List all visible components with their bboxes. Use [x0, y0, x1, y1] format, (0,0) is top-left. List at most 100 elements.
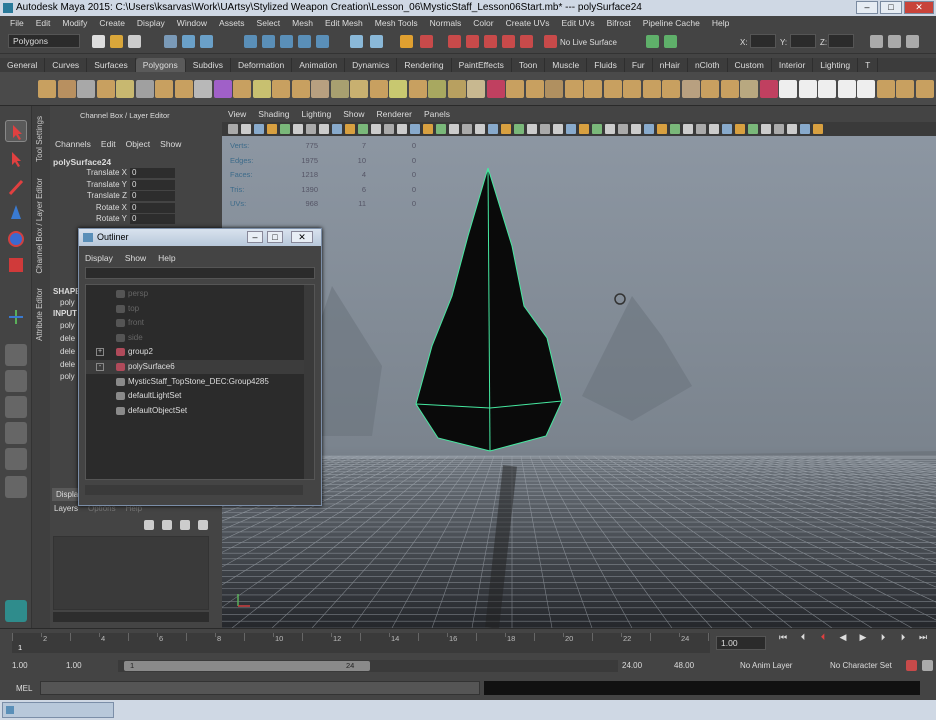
open-scene-icon[interactable] [110, 35, 123, 48]
tab-attribute-editor[interactable]: Attribute Editor [35, 288, 44, 341]
shelf-tool-icon[interactable] [896, 80, 914, 98]
anim-layer-dropdown[interactable]: No Anim Layer [740, 661, 792, 670]
shelf-tool-icon[interactable] [857, 80, 875, 98]
select-hierarchy-icon[interactable] [164, 35, 177, 48]
viewport-tool-icon[interactable] [618, 124, 628, 134]
viewport-menu-lighting[interactable]: Lighting [295, 106, 337, 122]
outliner-menu-display[interactable]: Display [79, 251, 119, 265]
hypershade-icon[interactable] [484, 35, 497, 48]
hypershade-layout-icon[interactable] [5, 448, 27, 470]
shelf-tool-icon[interactable] [876, 80, 895, 98]
menu-modify[interactable]: Modify [56, 16, 93, 30]
shelf-tool-icon[interactable] [96, 80, 115, 98]
shelf-tool-icon[interactable] [155, 80, 173, 98]
outliner-item[interactable]: top [86, 302, 304, 316]
maximize-button[interactable]: □ [880, 1, 902, 14]
shelf-tool-icon[interactable] [447, 80, 466, 98]
viewport-tool-icon[interactable] [735, 124, 745, 134]
channel-menu-object[interactable]: Object [121, 138, 156, 151]
menu-normals[interactable]: Normals [424, 16, 468, 30]
shelf-tab-custom[interactable]: Custom [728, 58, 772, 72]
viewport-tool-icon[interactable] [423, 124, 433, 134]
viewport-tool-icon[interactable] [709, 124, 719, 134]
shelf-tab-muscle[interactable]: Muscle [545, 58, 588, 72]
go-to-start-icon[interactable]: ⏮ [776, 632, 790, 643]
channel-value[interactable]: 0 [130, 168, 175, 178]
outliner-minimize-button[interactable]: – [247, 231, 263, 243]
character-set-dropdown[interactable]: No Character Set [830, 661, 892, 670]
snap-curve-icon[interactable] [262, 35, 275, 48]
shelf-tool-icon[interactable] [681, 80, 700, 98]
live-surface-icon[interactable] [544, 35, 557, 48]
shelf-tool-icon[interactable] [369, 80, 388, 98]
shelf-tool-icon[interactable] [486, 80, 505, 98]
shelf-tool-icon[interactable] [642, 80, 661, 98]
menu-select[interactable]: Select [251, 16, 287, 30]
layer-menu-layers[interactable]: Layers [54, 504, 78, 513]
render-view-icon[interactable] [502, 35, 515, 48]
viewport-tool-icon[interactable] [631, 124, 641, 134]
outliner-item[interactable]: side [86, 331, 304, 345]
outliner-item[interactable]: defaultObjectSet [86, 404, 304, 418]
viewport-menu-panels[interactable]: Panels [418, 106, 456, 122]
shelf-tool-icon[interactable] [759, 80, 778, 98]
viewport-tool-icon[interactable] [384, 124, 394, 134]
shelf-tab-nhair[interactable]: nHair [653, 58, 688, 72]
persp-graph-layout-icon[interactable] [5, 422, 27, 444]
viewport-tool-icon[interactable] [657, 124, 667, 134]
shelf-tool-icon[interactable] [506, 80, 524, 98]
channel-row[interactable]: Rotate Y0 [50, 214, 210, 224]
menu-create[interactable]: Create [93, 16, 131, 30]
viewport-tool-icon[interactable] [748, 124, 758, 134]
menu-edit-uvs[interactable]: Edit UVs [556, 16, 601, 30]
channel-value[interactable]: 0 [130, 179, 175, 190]
snap-grid-icon[interactable] [244, 35, 257, 48]
viewport-tool-icon[interactable] [332, 124, 342, 134]
perspective-viewport[interactable]: View Shading Lighting Show Renderer Panels Ve… [222, 106, 936, 628]
single-perspective-layout-icon[interactable] [5, 344, 27, 366]
outliner-item[interactable]: + group2 [86, 345, 304, 359]
channel-row[interactable]: Translate Y0 [50, 179, 210, 190]
rotate-tool-icon[interactable] [5, 228, 27, 250]
input-ops-icon[interactable] [370, 35, 383, 48]
channel-box-object-name[interactable]: polySurface24 [53, 157, 111, 167]
viewport-tool-icon[interactable] [579, 124, 589, 134]
y-field[interactable] [790, 34, 816, 48]
viewport-tool-icon[interactable] [553, 124, 563, 134]
channel-menu-show[interactable]: Show [155, 138, 186, 151]
viewport-tool-icon[interactable] [501, 124, 511, 134]
channel-value[interactable]: 0 [130, 202, 175, 213]
viewport-tool-icon[interactable] [787, 124, 797, 134]
layer-scrollbar[interactable] [53, 612, 209, 622]
shelf-tool-icon[interactable] [701, 80, 719, 98]
shelf-tool-icon[interactable] [135, 80, 154, 98]
shelf-tool-icon[interactable] [837, 80, 856, 98]
shelf-tool-icon[interactable] [467, 80, 485, 98]
viewport-tool-icon[interactable] [722, 124, 732, 134]
outliner-menu-help[interactable]: Help [152, 251, 181, 265]
shelf-tool-icon[interactable] [272, 80, 290, 98]
outliner-title-bar[interactable]: Outliner – □ ✕ [79, 229, 321, 246]
history-icon[interactable] [350, 35, 363, 48]
outliner-item[interactable]: persp [86, 287, 304, 301]
new-scene-icon[interactable] [92, 35, 105, 48]
viewport-tool-icon[interactable] [774, 124, 784, 134]
shelf-tool-icon[interactable] [915, 80, 934, 98]
viewport-tool-icon[interactable] [241, 124, 251, 134]
outliner-scrollbar[interactable] [304, 285, 314, 479]
shelf-tool-icon[interactable] [740, 80, 758, 98]
shelf-tab-surfaces[interactable]: Surfaces [87, 58, 136, 72]
shelf-tool-icon[interactable] [57, 80, 76, 98]
viewport-tool-icon[interactable] [800, 124, 810, 134]
lock-icon[interactable] [400, 35, 413, 48]
menu-mesh-tools[interactable]: Mesh Tools [369, 16, 424, 30]
close-button[interactable]: ✕ [904, 1, 934, 14]
viewport-tool-icon[interactable] [475, 124, 485, 134]
move-tool-icon[interactable] [5, 202, 27, 224]
shelf-tool-icon[interactable] [720, 80, 739, 98]
shelf-tab-fluids[interactable]: Fluids [587, 58, 625, 72]
tab-tool-settings[interactable]: Tool Settings [35, 116, 44, 162]
render-icon[interactable] [420, 35, 433, 48]
mel-label[interactable]: MEL [16, 684, 32, 693]
minimize-button[interactable]: – [856, 1, 878, 14]
